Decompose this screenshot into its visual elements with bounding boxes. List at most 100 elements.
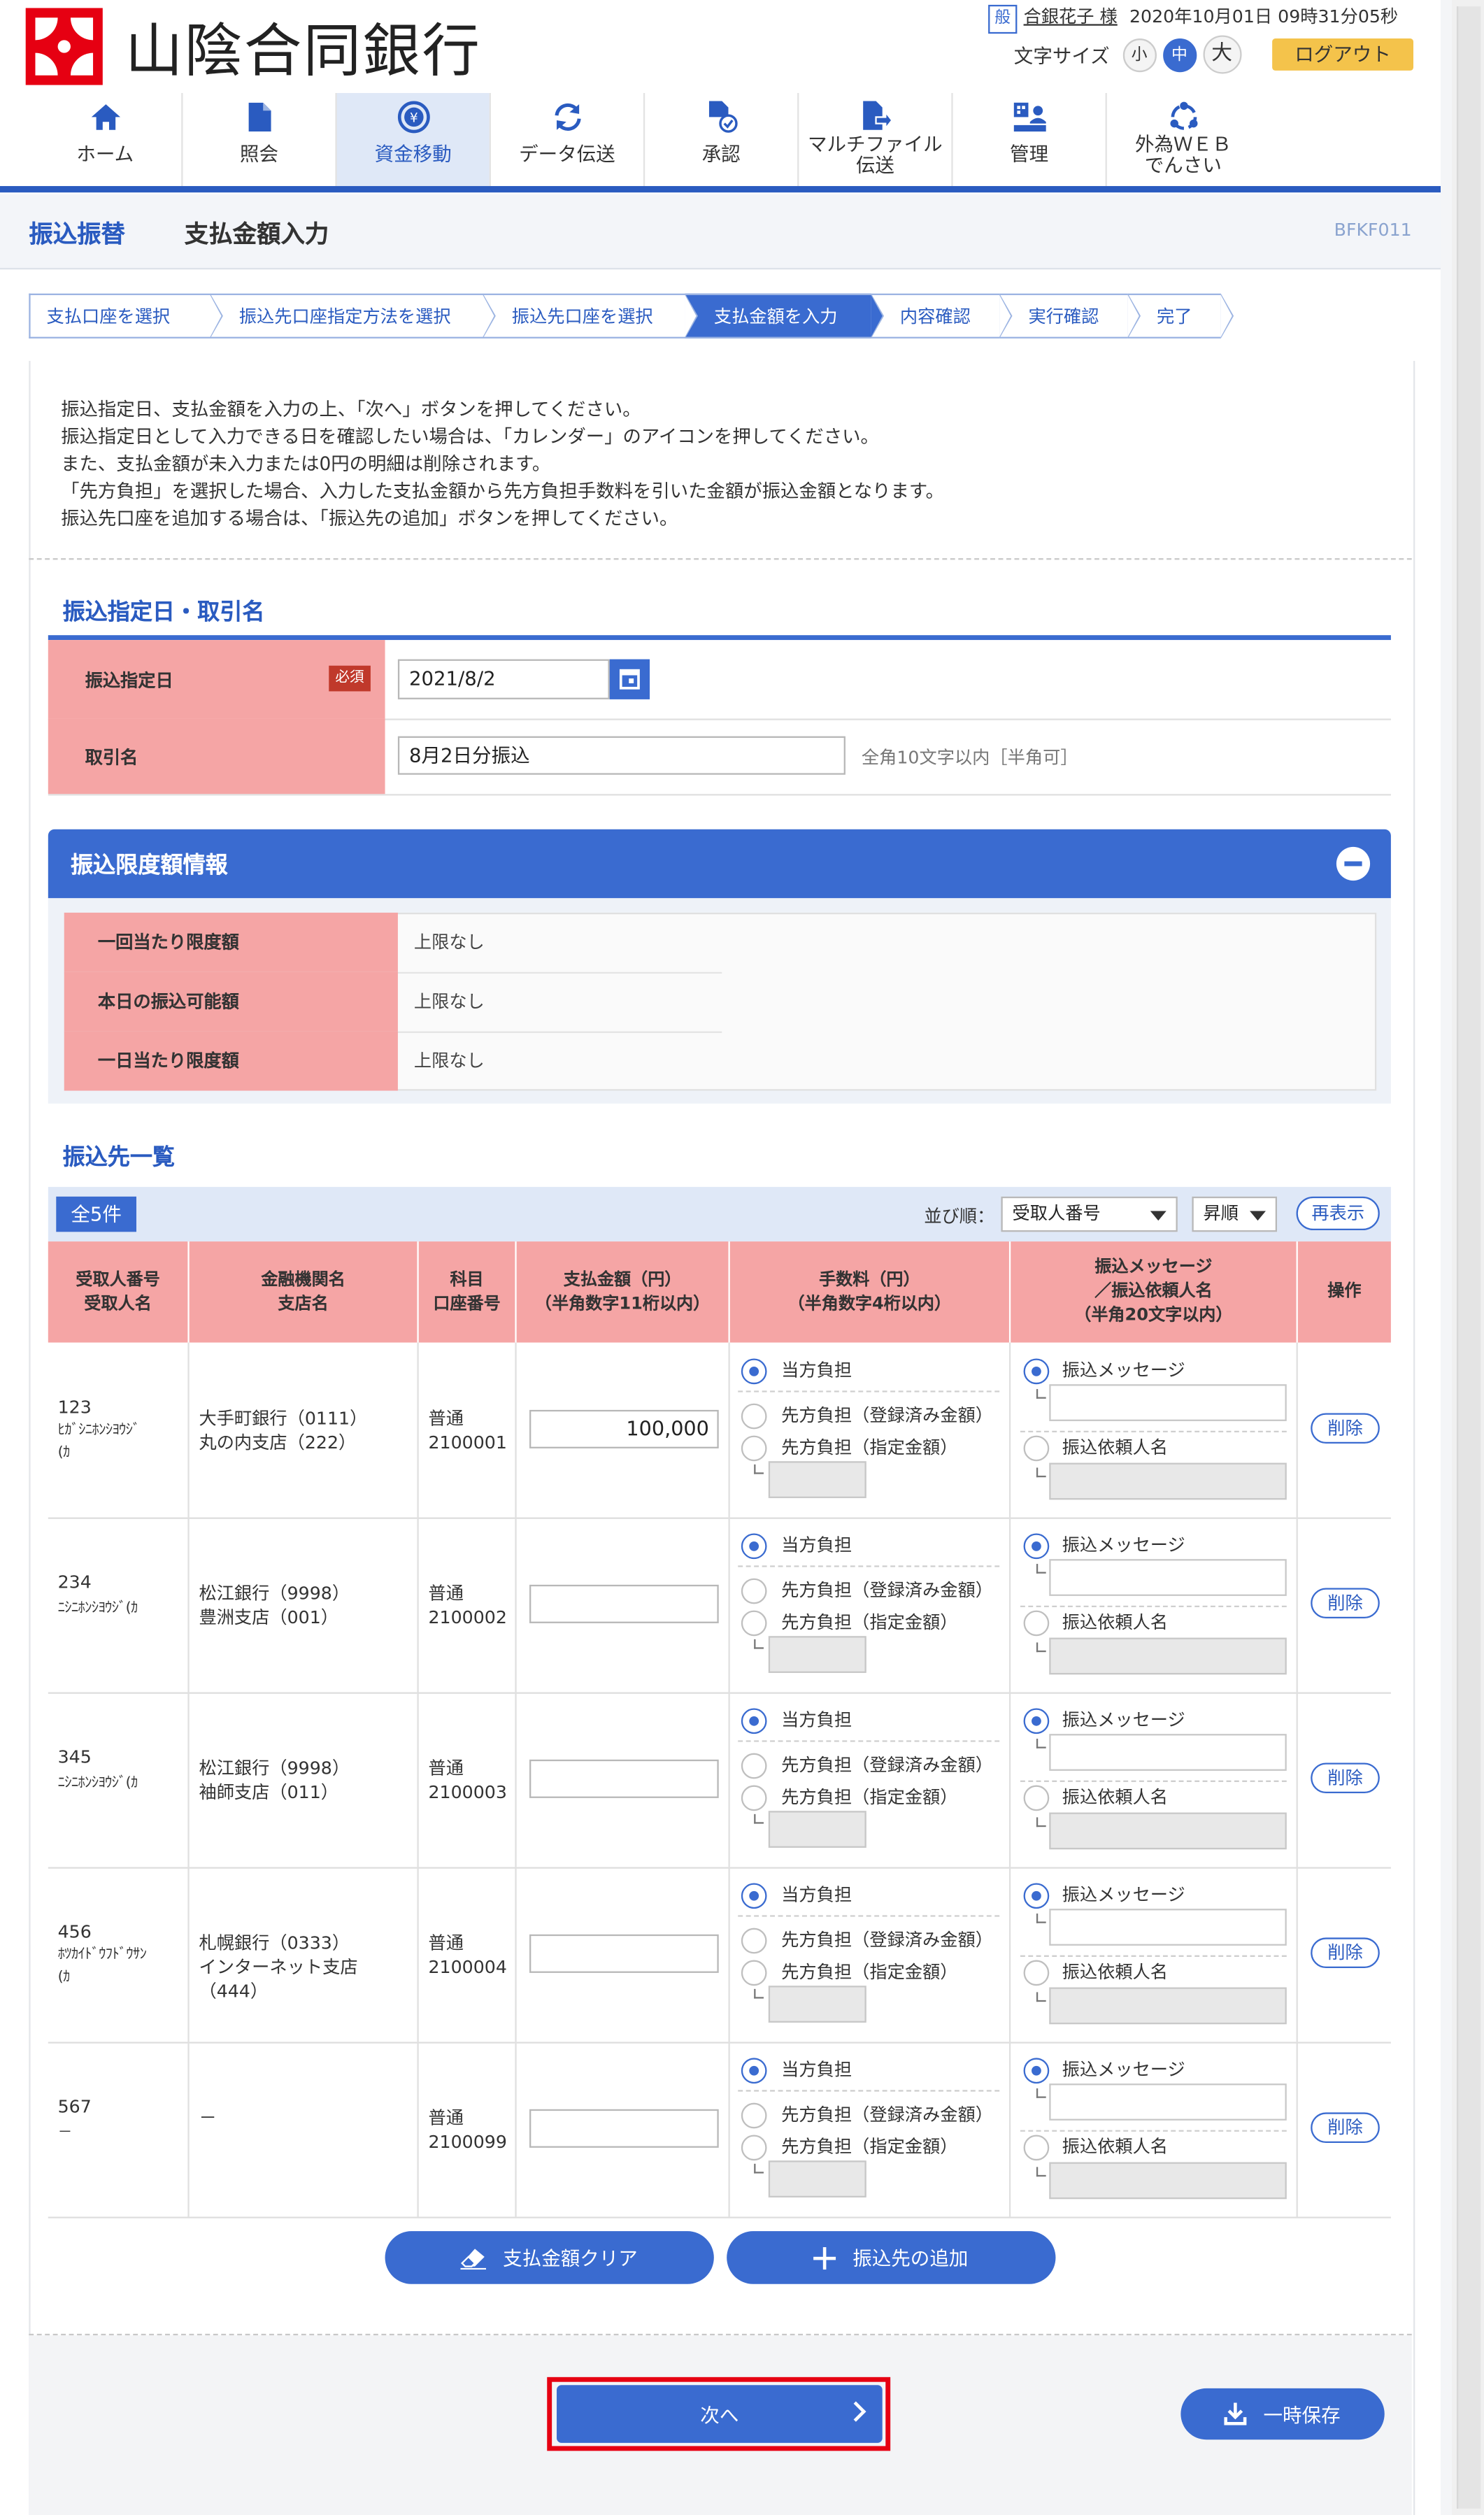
fee-radio-specified[interactable] bbox=[741, 1960, 767, 1986]
nav-item-inquiry[interactable]: 照会 bbox=[181, 93, 335, 187]
font-size-small-button[interactable]: 小 bbox=[1122, 37, 1157, 72]
requester-name-input[interactable] bbox=[1049, 1637, 1287, 1675]
login-datetime: 2020年10月01日 09時31分05秒 bbox=[1129, 6, 1399, 27]
limit-panel-title: 振込限度額情報 bbox=[70, 853, 228, 879]
fee-radio-our-burden[interactable] bbox=[741, 1533, 767, 1560]
delete-row-button[interactable]: 削除 bbox=[1311, 1937, 1380, 1969]
fee-radio-specified[interactable] bbox=[741, 2135, 767, 2161]
fee-radio-our-burden[interactable] bbox=[741, 2058, 767, 2084]
add-payee-button[interactable]: 振込先の追加 bbox=[727, 2231, 1056, 2284]
amount-input[interactable] bbox=[529, 1934, 719, 1973]
nav-item-multi-file[interactable]: マルチファイル 伝送 bbox=[797, 93, 951, 187]
fee-radio-registered[interactable] bbox=[741, 1578, 767, 1604]
logout-button[interactable]: ログアウト bbox=[1272, 38, 1414, 71]
message-input[interactable] bbox=[1049, 1734, 1287, 1771]
nav-item-fund-transfer[interactable]: ¥ 資金移動 bbox=[335, 93, 490, 187]
col-bank: 金融機関名 支店名 bbox=[261, 1269, 345, 1313]
nav-item-foreign-exchange[interactable]: 外為ＷＥＢ でんさい bbox=[1105, 93, 1260, 187]
requester-name-input[interactable] bbox=[1049, 1462, 1287, 1500]
nav-item-management[interactable]: 管理 bbox=[951, 93, 1105, 187]
limit-label: 一日当たり限度額 bbox=[64, 1031, 398, 1091]
font-size-medium-button[interactable]: 中 bbox=[1162, 37, 1197, 72]
fee-radio-our-burden[interactable] bbox=[741, 1358, 767, 1385]
limit-value: 上限なし bbox=[413, 932, 485, 953]
nav-label: ホーム bbox=[76, 143, 134, 166]
message-input[interactable] bbox=[1049, 1909, 1287, 1946]
fee-radio-our-burden[interactable] bbox=[741, 1883, 767, 1909]
requester-radio[interactable] bbox=[1023, 1785, 1050, 1811]
requester-radio[interactable] bbox=[1023, 1960, 1050, 1986]
message-radio[interactable] bbox=[1023, 1883, 1050, 1909]
fee-amount-input[interactable] bbox=[768, 1461, 866, 1499]
bank-branch: 松江銀行（9998） 袖師支店（011） bbox=[199, 1757, 350, 1802]
amount-input[interactable] bbox=[529, 2109, 719, 2148]
nav-item-data-transmission[interactable]: データ伝送 bbox=[489, 93, 643, 187]
fee-radio-our-burden[interactable] bbox=[741, 1708, 767, 1734]
message-radio[interactable] bbox=[1023, 1358, 1050, 1385]
fee-amount-input[interactable] bbox=[768, 2160, 866, 2197]
message-radio[interactable] bbox=[1023, 1533, 1050, 1560]
sort-key-select[interactable]: 受取人番号 bbox=[1001, 1196, 1178, 1232]
limit-label: 一回当たり限度額 bbox=[64, 912, 398, 972]
payee-cell: 234 ﾆｼﾆﾎﾝｼﾖｳｼﾞ(ｶ bbox=[58, 1569, 187, 1619]
amount-input[interactable] bbox=[529, 1759, 719, 1798]
nav-item-home[interactable]: ホーム bbox=[29, 93, 181, 186]
chevron-right-icon bbox=[846, 2401, 866, 2422]
scrollbar-thumb[interactable] bbox=[1456, 6, 1481, 2509]
nav-item-approval[interactable]: 承認 bbox=[643, 93, 797, 187]
message-radio[interactable] bbox=[1023, 2058, 1050, 2084]
bank-branch: － bbox=[199, 2107, 217, 2128]
limit-value: 上限なし bbox=[413, 991, 485, 1013]
bank-logo[interactable]: 山陰合同銀行 bbox=[25, 5, 482, 88]
limit-panel-header[interactable]: 振込限度額情報 bbox=[48, 829, 1391, 899]
fee-amount-input[interactable] bbox=[768, 1636, 866, 1674]
account: 普通 2100002 bbox=[428, 1582, 507, 1627]
nav-label: 外為ＷＥＢ でんさい bbox=[1134, 133, 1232, 177]
requester-name-input[interactable] bbox=[1049, 2162, 1287, 2200]
fee-radio-registered[interactable] bbox=[741, 1753, 767, 1779]
list-toolbar bbox=[48, 1187, 1391, 1242]
section-heading-transfer-info: 振込指定日・取引名 bbox=[62, 599, 265, 626]
fee-amount-input[interactable] bbox=[768, 1986, 866, 2023]
message-input[interactable] bbox=[1049, 2083, 1287, 2121]
page-title: 支払金額入力 bbox=[184, 220, 329, 249]
calendar-button[interactable] bbox=[609, 659, 650, 699]
transfer-date-input[interactable]: 2021/8/2 bbox=[397, 659, 610, 699]
fee-radio-registered[interactable] bbox=[741, 1928, 767, 1954]
requester-radio[interactable] bbox=[1023, 1435, 1050, 1462]
user-name-link[interactable]: 合銀花子 様 bbox=[1024, 6, 1118, 27]
next-button[interactable]: 次へ bbox=[557, 2385, 883, 2443]
sort-order-select[interactable]: 昇順 bbox=[1192, 1196, 1278, 1232]
scrollbar[interactable] bbox=[1452, 0, 1484, 2515]
delete-row-button[interactable]: 削除 bbox=[1311, 1588, 1380, 1619]
delete-row-button[interactable]: 削除 bbox=[1311, 1762, 1380, 1794]
transaction-name-input[interactable]: 8月2日分振込 bbox=[397, 736, 846, 775]
fee-radio-specified[interactable] bbox=[741, 1435, 767, 1462]
message-input[interactable] bbox=[1049, 1559, 1287, 1596]
delete-row-button[interactable]: 削除 bbox=[1311, 1413, 1380, 1444]
collapse-icon[interactable] bbox=[1335, 846, 1372, 883]
delete-row-button[interactable]: 削除 bbox=[1311, 2112, 1380, 2143]
amount-input[interactable]: 100,000 bbox=[529, 1409, 719, 1448]
message-radio[interactable] bbox=[1023, 1708, 1050, 1734]
fee-radio-specified[interactable] bbox=[741, 1610, 767, 1637]
requester-radio[interactable] bbox=[1023, 1610, 1050, 1637]
requester-name-input[interactable] bbox=[1049, 1987, 1287, 2025]
user-info: 般合銀花子 様 2020年10月01日 09時31分05秒 bbox=[988, 3, 1421, 34]
fee-radio-registered[interactable] bbox=[741, 1403, 767, 1430]
fee-amount-input[interactable] bbox=[768, 1811, 866, 1848]
requester-radio[interactable] bbox=[1023, 2135, 1050, 2161]
step-select-source-account: 支払口座を選択 bbox=[29, 293, 223, 339]
redisplay-button[interactable]: 再表示 bbox=[1296, 1196, 1380, 1231]
limit-row-per-transfer: 一回当たり限度額 上限なし bbox=[64, 912, 722, 974]
amount-input[interactable] bbox=[529, 1584, 719, 1623]
message-input[interactable] bbox=[1049, 1384, 1287, 1421]
temporary-save-button[interactable]: 一時保存 bbox=[1180, 2388, 1385, 2440]
requester-name-input[interactable] bbox=[1049, 1812, 1287, 1850]
fee-radio-registered[interactable] bbox=[741, 2102, 767, 2129]
font-size-large-button[interactable]: 大 bbox=[1202, 35, 1241, 74]
clear-amount-button[interactable]: 支払金額クリア bbox=[385, 2231, 714, 2284]
transaction-name-label: 取引名 bbox=[85, 746, 138, 768]
fee-radio-specified[interactable] bbox=[741, 1785, 767, 1811]
bank-branch: 松江銀行（9998） 豊洲支店（001） bbox=[199, 1582, 350, 1627]
